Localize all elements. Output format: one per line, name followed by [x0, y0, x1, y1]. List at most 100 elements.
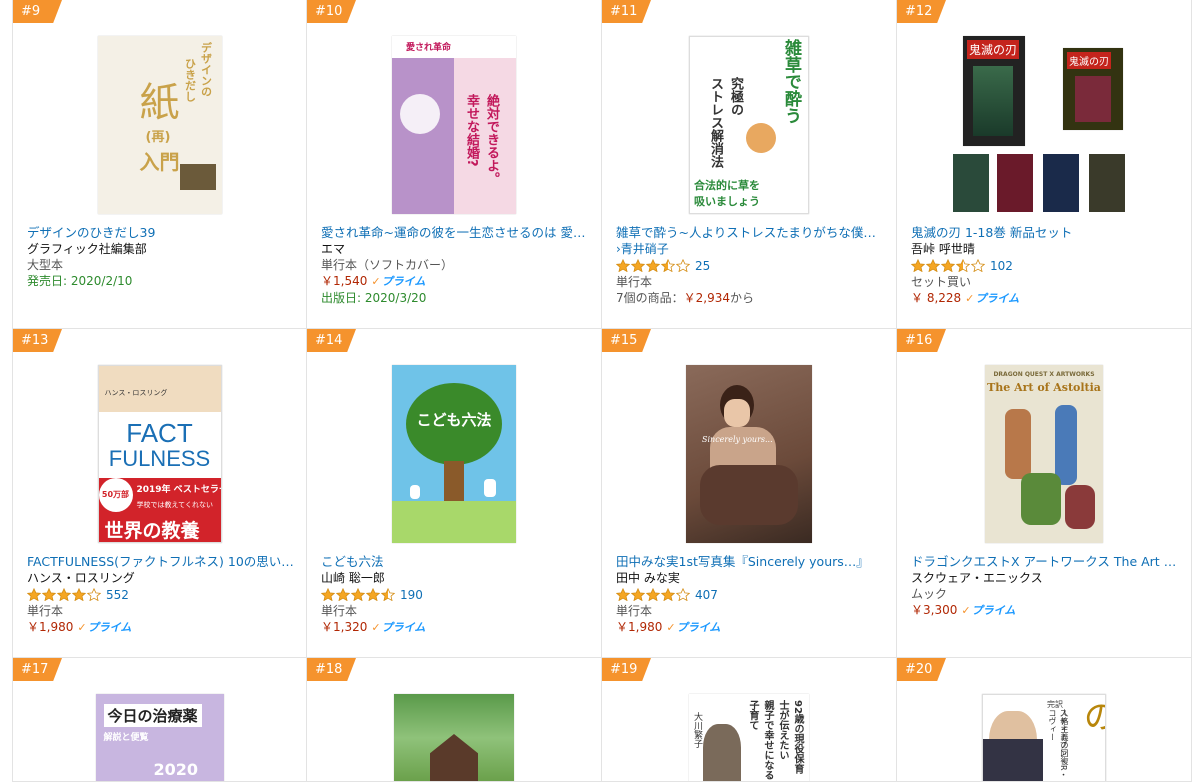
rating-count-link[interactable]: 407 — [695, 587, 718, 603]
price-row: ￥ 8,228 ✓プライム — [911, 290, 1181, 307]
rating-count-link[interactable]: 25 — [695, 258, 710, 274]
prime-check-icon: ✓ — [371, 275, 381, 288]
product-title-link[interactable]: デザインのひきだし39 — [27, 225, 296, 241]
product-card[interactable]: #13 ハンス・ロスリング FACT FULNESS 50万部突破 2019年 … — [12, 329, 307, 658]
price-row: ￥3,300 ✓プライム — [911, 602, 1181, 619]
product-info: 愛され革命~運命の彼を一生恋させるのは 愛し上… エマ 単行本（ソフトカバー） ￥1,… — [321, 225, 591, 306]
cover-area — [307, 694, 601, 781]
rank-badge: #19 — [602, 658, 651, 681]
star-icon — [661, 588, 675, 601]
star-rating[interactable]: 25 — [616, 257, 886, 274]
cover-text: 絶対できるよ。 — [484, 94, 499, 185]
product-title-link[interactable]: FACTFULNESS(ファクトフルネス) 10の思い込… — [27, 554, 296, 570]
product-info: デザインのひきだし39 グラフィック社編集部 大型本 発売日: 2020/2/10 — [27, 225, 296, 289]
book-cover[interactable]: 今日の治療薬 解説と便覧 2020 — [95, 694, 224, 781]
product-info: こども六法 山崎 聡一郎 190 単行本 ￥1,320 ✓プライム — [321, 554, 591, 636]
cover-text: 究極の — [728, 77, 743, 116]
price: ￥1,320 — [321, 620, 368, 634]
book-cover[interactable]: ハンス・ロスリング FACT FULNESS 50万部突破 2019年 ベストセ… — [97, 365, 222, 543]
rating-count-link[interactable]: 102 — [990, 258, 1013, 274]
author: スクウェア・エニックス — [911, 571, 1043, 585]
cover-text: こども六法 — [416, 411, 492, 429]
offers-label: 7個の商品： — [616, 291, 684, 305]
product-card[interactable]: #16 DRAGON QUEST X ARTWORKS The Art of A… — [897, 329, 1192, 658]
cover-text: 50万部突破 — [98, 478, 133, 533]
cover-text: ひきだし — [183, 58, 197, 102]
product-card[interactable]: #15 Sincerely yours... 田中みな実1st写真集『Sincer… — [602, 329, 897, 658]
star-icon — [351, 588, 365, 601]
price: ￥3,300 — [911, 603, 958, 617]
product-title-link[interactable]: 田中みな実1st写真集『Sincerely yours…』 — [616, 554, 886, 570]
book-cover[interactable]: こども六法 — [392, 365, 516, 543]
star-rating[interactable]: 552 — [27, 586, 296, 603]
book-cover[interactable]: デザインの ひきだし 紙 (再) 入門 — [97, 36, 222, 214]
product-card[interactable]: #17 今日の治療薬 解説と便覧 2020 — [12, 658, 307, 782]
book-cover[interactable]: 愛され革命 幸せな結婚? 絶対できるよ。 — [392, 36, 516, 214]
star-icon — [956, 259, 970, 272]
rank-badge: #10 — [307, 0, 356, 23]
rank-badge: #13 — [13, 329, 62, 352]
rating-count-link[interactable]: 552 — [106, 587, 129, 603]
format: 単行本 — [27, 604, 64, 618]
rank-badge: #14 — [307, 329, 356, 352]
rating-count-link[interactable]: 190 — [400, 587, 423, 603]
author: エマ — [321, 242, 346, 256]
book-cover[interactable]: 92歳の現役保育士が伝えたい 親子で幸せになる子育て 大川繁子 — [689, 694, 809, 781]
product-title-link[interactable]: こども六法 — [321, 554, 591, 570]
prime-check-icon: ✓ — [965, 292, 975, 305]
book-cover[interactable] — [394, 694, 514, 781]
author: 田中 みな実 — [616, 571, 680, 585]
prime-check-icon: ✓ — [666, 621, 676, 634]
format: セット買い — [911, 275, 972, 289]
cover-text: (再) — [145, 130, 171, 145]
cover-text: DRAGON QUEST X ARTWORKS — [993, 371, 1095, 378]
cover-text: 解説と便覧 — [103, 733, 149, 743]
star-icon — [676, 588, 690, 601]
price-row: ￥1,980 ✓プライム — [27, 619, 296, 636]
format: 単行本（ソフトカバー） — [321, 258, 454, 272]
star-icon — [321, 588, 335, 601]
product-title-link[interactable]: 鬼滅の刃 1-18巻 新品セット — [911, 225, 1181, 241]
star-rating[interactable]: 102 — [911, 257, 1181, 274]
cover-area: Sincerely yours... — [602, 365, 896, 549]
offers-price: ￥2,934 — [683, 291, 730, 305]
product-card[interactable]: #12 鬼滅の刃 鬼滅の刃 鬼滅の刃 1-18巻 新品セット 吾峠 呼世晴 102… — [897, 0, 1192, 329]
cover-area: デザインの ひきだし 紙 (再) 入門 — [13, 36, 306, 220]
product-card[interactable]: #9 デザインの ひきだし 紙 (再) 入門 デザインのひきだし39 グラフィック… — [12, 0, 307, 329]
price: ￥1,980 — [616, 620, 663, 634]
offers[interactable]: 7個の商品：￥2,934から — [616, 290, 886, 306]
star-icon — [646, 588, 660, 601]
product-title-link[interactable]: ドラゴンクエストX アートワークス The Art of… — [911, 554, 1181, 570]
book-cover[interactable]: DRAGON QUEST X ARTWORKS The Art of Astol… — [985, 365, 1103, 543]
product-card[interactable]: #11 雑草で酔う 究極の ストレス解消法 合法的に草を 吸いましょう雑草で酔う… — [602, 0, 897, 329]
product-title-link[interactable]: 愛され革命~運命の彼を一生恋させるのは 愛し上… — [321, 225, 591, 241]
product-info: FACTFULNESS(ファクトフルネス) 10の思い込… ハンス・ロスリング 5… — [27, 554, 296, 636]
author: 吾峠 呼世晴 — [911, 242, 975, 256]
author: ハンス・ロスリング — [27, 571, 135, 585]
author[interactable]: ›青井硝子 — [616, 241, 886, 257]
product-card[interactable]: #19 92歳の現役保育士が伝えたい 親子で幸せになる子育て 大川繁子 — [602, 658, 897, 782]
bestseller-grid: #9 デザインの ひきだし 紙 (再) 入門 デザインのひきだし39 グラフィック… — [0, 0, 1200, 782]
book-cover[interactable]: 完訳 7つの 人格主義の回復 スティーブン・R・コヴィー — [982, 694, 1106, 781]
cover-text: 入門 — [139, 150, 180, 174]
product-card[interactable]: #18 — [307, 658, 602, 782]
star-rating[interactable]: 407 — [616, 586, 886, 603]
product-card[interactable]: #20 完訳 7つの 人格主義の回復 スティーブン・R・コヴィー — [897, 658, 1192, 782]
price: ￥1,980 — [27, 620, 74, 634]
cover-text: FACT — [126, 418, 193, 448]
star-rating[interactable]: 190 — [321, 586, 591, 603]
book-cover[interactable]: 雑草で酔う 究極の ストレス解消法 合法的に草を 吸いましょう — [689, 36, 809, 214]
book-cover[interactable]: Sincerely yours... — [686, 365, 812, 543]
prime-label: プライム — [975, 292, 1020, 305]
product-card[interactable]: #14 こども六法 こども六法 山崎 聡一郎 190 単行本 ￥1,320 ✓プライム — [307, 329, 602, 658]
cover-text: 世界の教養 — [104, 520, 200, 542]
star-icon — [676, 259, 690, 272]
book-cover[interactable]: 鬼滅の刃 鬼滅の刃 — [953, 36, 1125, 214]
star-icon — [631, 259, 645, 272]
rank-badge: #11 — [602, 0, 651, 23]
cover-text: 愛され革命 — [406, 43, 452, 53]
cover-text: 学校では教えてくれない — [136, 501, 213, 509]
product-card[interactable]: #10 愛され革命 幸せな結婚? 絶対できるよ。愛され革命~運命の彼を一生恋させ… — [307, 0, 602, 329]
prime-badge: ✓プライム — [965, 291, 1019, 307]
product-title-link[interactable]: 雑草で酔う~人よりストレスたまりがちな僕が研… — [616, 225, 886, 241]
